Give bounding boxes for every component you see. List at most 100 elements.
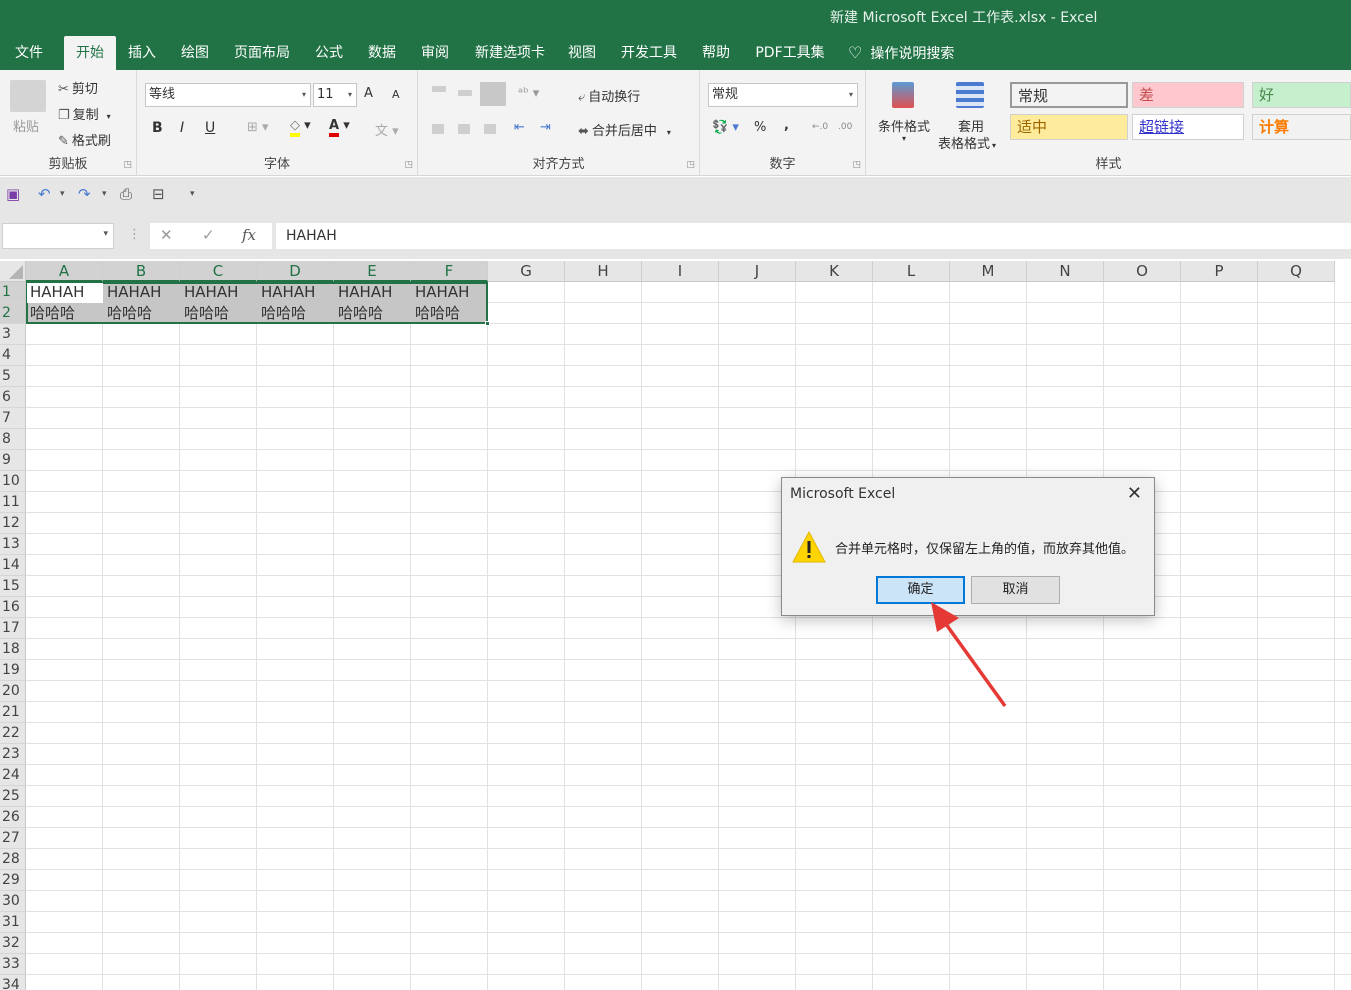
- row-header-2[interactable]: 2: [0, 303, 26, 324]
- chevron-down-icon[interactable]: ▾: [102, 189, 107, 199]
- increase-decimal-icon[interactable]: ←.0: [812, 122, 828, 132]
- row-header-14[interactable]: 14: [0, 555, 26, 576]
- column-header-f[interactable]: F: [411, 261, 488, 282]
- align-top-icon[interactable]: [432, 86, 446, 92]
- row-header-34[interactable]: 34: [0, 975, 26, 990]
- cell-d1[interactable]: HAHAH: [258, 282, 315, 303]
- row-header-3[interactable]: 3: [0, 324, 26, 345]
- underline-button[interactable]: U: [205, 120, 215, 136]
- decrease-indent-icon[interactable]: ⇤: [514, 120, 525, 135]
- cancel-icon[interactable]: ✕: [160, 226, 173, 244]
- tab-help[interactable]: 帮助: [696, 36, 736, 70]
- column-header-c[interactable]: C: [180, 261, 257, 282]
- paste-icon[interactable]: [10, 80, 46, 112]
- row-header-7[interactable]: 7: [0, 408, 26, 429]
- dialog-launcher-icon[interactable]: ◳: [404, 160, 413, 170]
- number-format-combo[interactable]: 常规 ▾: [708, 83, 858, 107]
- cell-c2[interactable]: 哈哈哈: [181, 303, 229, 324]
- row-header-16[interactable]: 16: [0, 597, 26, 618]
- name-box[interactable]: ▾: [2, 223, 114, 249]
- column-header-l[interactable]: L: [873, 261, 950, 282]
- row-header-12[interactable]: 12: [0, 513, 26, 534]
- tab-data[interactable]: 数据: [362, 36, 402, 70]
- style-normal[interactable]: 常规: [1010, 82, 1128, 108]
- row-header-26[interactable]: 26: [0, 807, 26, 828]
- row-header-30[interactable]: 30: [0, 891, 26, 912]
- row-header-25[interactable]: 25: [0, 786, 26, 807]
- shrink-font-button[interactable]: A: [392, 88, 400, 101]
- cell-e1[interactable]: HAHAH: [335, 282, 392, 303]
- row-header-6[interactable]: 6: [0, 387, 26, 408]
- column-header-m[interactable]: M: [950, 261, 1027, 282]
- format-painter-button[interactable]: ✎ 格式刷: [58, 130, 111, 149]
- row-header-21[interactable]: 21: [0, 702, 26, 723]
- comma-button[interactable]: ,: [784, 118, 789, 133]
- row-header-13[interactable]: 13: [0, 534, 26, 555]
- cell-c1[interactable]: HAHAH: [181, 282, 238, 303]
- row-header-1[interactable]: 1: [0, 282, 26, 303]
- cell-b1[interactable]: HAHAH: [104, 282, 161, 303]
- column-header-j[interactable]: J: [719, 261, 796, 282]
- column-header-n[interactable]: N: [1027, 261, 1104, 282]
- row-header-31[interactable]: 31: [0, 912, 26, 933]
- dialog-launcher-icon[interactable]: ◳: [852, 160, 861, 170]
- column-header-o[interactable]: O: [1104, 261, 1181, 282]
- fill-color-icon[interactable]: ◇ ▾: [290, 118, 311, 137]
- row-header-4[interactable]: 4: [0, 345, 26, 366]
- row-header-20[interactable]: 20: [0, 681, 26, 702]
- row-header-28[interactable]: 28: [0, 849, 26, 870]
- column-header-d[interactable]: D: [257, 261, 334, 282]
- row-header-19[interactable]: 19: [0, 660, 26, 681]
- conditional-format-icon[interactable]: [892, 82, 914, 108]
- column-header-a[interactable]: A: [26, 261, 103, 282]
- tab-formulas[interactable]: 公式: [309, 36, 349, 70]
- column-header-g[interactable]: G: [488, 261, 565, 282]
- phonetic-icon[interactable]: 文 ▾: [375, 120, 399, 139]
- customize-qat-icon[interactable]: ▾: [190, 189, 195, 199]
- worksheet-grid[interactable]: A B C D E F G H I J K L M N O P Q 1 2 3 4 5 6 7 8 9 10 11 12 13 14 15 16…: [0, 261, 1351, 990]
- column-header-h[interactable]: H: [565, 261, 642, 282]
- cut-button[interactable]: ✂ 剪切: [58, 78, 98, 97]
- row-header-23[interactable]: 23: [0, 744, 26, 765]
- style-bad[interactable]: 差: [1132, 82, 1244, 108]
- row-header-11[interactable]: 11: [0, 492, 26, 513]
- dialog-launcher-icon[interactable]: ◳: [686, 160, 695, 170]
- copy-button[interactable]: ❐ 复制 ▾: [58, 104, 111, 123]
- select-all-button[interactable]: [0, 261, 26, 282]
- cell-f1[interactable]: HAHAH: [412, 282, 469, 303]
- row-header-18[interactable]: 18: [0, 639, 26, 660]
- cell-a1[interactable]: HAHAH: [27, 282, 84, 303]
- italic-button[interactable]: I: [180, 120, 184, 136]
- row-header-27[interactable]: 27: [0, 828, 26, 849]
- row-header-10[interactable]: 10: [0, 471, 26, 492]
- cell-e2[interactable]: 哈哈哈: [335, 303, 383, 324]
- increase-indent-icon[interactable]: ⇥: [540, 120, 551, 135]
- column-header-p[interactable]: P: [1181, 261, 1258, 282]
- merge-center-button[interactable]: ⬌ 合并后居中 ▾: [578, 120, 671, 139]
- close-icon[interactable]: ✕: [1127, 483, 1142, 504]
- cell-b2[interactable]: 哈哈哈: [104, 303, 152, 324]
- undo-icon[interactable]: ↶: [38, 185, 51, 203]
- column-header-i[interactable]: I: [642, 261, 719, 282]
- tab-review[interactable]: 审阅: [415, 36, 455, 70]
- align-right-icon[interactable]: [484, 124, 496, 134]
- row-header-32[interactable]: 32: [0, 933, 26, 954]
- insert-function-icon[interactable]: fx: [242, 226, 256, 244]
- column-header-e[interactable]: E: [334, 261, 411, 282]
- row-header-29[interactable]: 29: [0, 870, 26, 891]
- style-calculation[interactable]: 计算: [1252, 114, 1351, 140]
- wrap-text-button[interactable]: ⤶ 自动换行: [578, 86, 640, 105]
- cell-d2[interactable]: 哈哈哈: [258, 303, 306, 324]
- row-header-33[interactable]: 33: [0, 954, 26, 975]
- chevron-down-icon[interactable]: ▾: [60, 189, 65, 199]
- font-name-combo[interactable]: 等线 ▾: [145, 83, 311, 107]
- redo-icon[interactable]: ↷: [78, 185, 91, 203]
- cell-a2[interactable]: 哈哈哈: [27, 303, 75, 324]
- tell-me-search[interactable]: ♡ 操作说明搜索: [848, 36, 972, 70]
- border-icon[interactable]: ⊞ ▾: [247, 120, 269, 135]
- tab-pdf-tools[interactable]: PDF工具集: [750, 36, 830, 70]
- fill-handle[interactable]: [485, 321, 490, 326]
- dialog-launcher-icon[interactable]: ◳: [123, 160, 132, 170]
- font-size-combo[interactable]: 11 ▾: [313, 83, 357, 107]
- table-format-icon[interactable]: [956, 82, 984, 108]
